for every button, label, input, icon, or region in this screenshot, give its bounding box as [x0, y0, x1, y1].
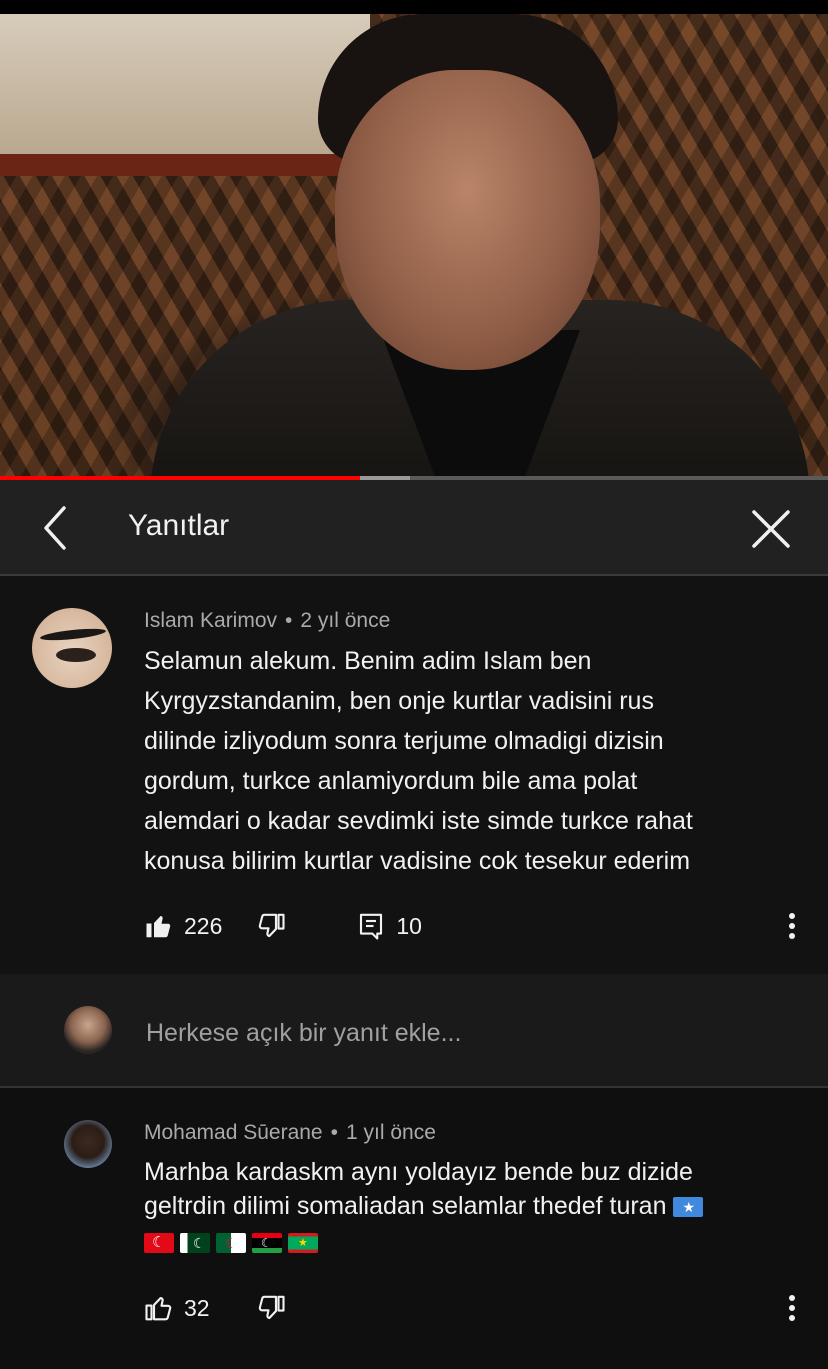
close-button[interactable] [742, 500, 800, 558]
flag-mauritania-icon [288, 1233, 318, 1254]
chevron-left-icon [44, 506, 66, 550]
comment-line: alemdari o kadar sevdimki iste simde tur… [144, 807, 693, 835]
comment-time: 1 yıl önce [345, 1121, 436, 1144]
reply-input[interactable] [144, 1012, 788, 1054]
comment-line: geltrdin dilimi somaliadan selamlar thed… [144, 1189, 804, 1223]
reply-count-button[interactable]: 10 [356, 911, 422, 941]
thumbs-down-icon [259, 913, 285, 938]
comment-body: Selamun alekum. Benim adim Islam ben Kyr… [144, 641, 804, 881]
flag-turkey-icon [144, 1233, 174, 1254]
thumbs-up-icon [145, 1296, 172, 1321]
comment-line: Marhba kardaskm aynı yoldayız bende buz … [144, 1158, 693, 1186]
replies-header: Yanıtlar [0, 480, 828, 576]
flags-row [144, 1225, 804, 1259]
thumbs-up-filled-icon [146, 916, 171, 938]
page-title: Yanıtlar [128, 509, 230, 542]
flag-algeria-icon [216, 1233, 246, 1254]
avatar[interactable] [32, 608, 112, 688]
comment-line: gordum, turkce anlamiyordum bile ama pol… [144, 767, 638, 795]
comment-line: konusa bilirim kurtlar vadisine cok tese… [144, 847, 691, 875]
avatar[interactable] [64, 1120, 112, 1168]
flag-pakistan-icon [180, 1233, 210, 1254]
flag-somalia-icon [673, 1197, 704, 1218]
comment-actions: 226 10 [144, 906, 422, 946]
comment-meta: Islam Karimov • 2 yıl önce [144, 609, 390, 633]
meta-separator: • [330, 1121, 338, 1144]
like-count: 32 [184, 1294, 210, 1321]
user-avatar [64, 1006, 112, 1054]
comment-line-text: geltrdin dilimi somaliadan selamlar thed… [144, 1192, 667, 1220]
like-button[interactable]: 32 [144, 1293, 210, 1323]
comment-author[interactable]: Mohamad Sūerane [144, 1121, 323, 1144]
flag-libya-icon [252, 1233, 282, 1254]
video-player[interactable] [0, 0, 828, 478]
comment-time: 2 yıl önce [300, 609, 391, 632]
like-button[interactable]: 226 [144, 911, 222, 941]
back-button[interactable] [28, 500, 84, 556]
comment-line: Selamun alekum. Benim adim Islam ben [144, 647, 592, 675]
meta-separator: • [285, 609, 293, 632]
parent-comment: Islam Karimov • 2 yıl önce Selamun alekum.… [0, 576, 828, 974]
avatar-eye [56, 648, 96, 662]
comment-author[interactable]: Islam Karimov [144, 609, 277, 632]
dislike-button[interactable] [256, 1293, 286, 1323]
comment-actions: 32 [144, 1288, 286, 1328]
comment-line: Kyrgyzstandanim, ben onje kurtlar vadisi… [144, 687, 654, 715]
comment-meta: Mohamad Sūerane • 1 yıl önce [144, 1121, 436, 1145]
thumbs-down-icon [258, 1295, 285, 1320]
reply-comment: Mohamad Sūerane • 1 yıl önce Marhba kardas… [0, 1088, 828, 1369]
close-icon [752, 510, 790, 548]
comment-more-button[interactable] [777, 1288, 807, 1328]
more-vert-icon [789, 1295, 795, 1321]
video-frame-person-face [335, 70, 600, 370]
comment-more-button[interactable] [777, 906, 807, 946]
comment-icon [360, 913, 383, 940]
like-count: 226 [184, 912, 223, 939]
dislike-button[interactable] [256, 911, 286, 941]
comment-body: Marhba kardaskm aynı yoldayız bende buz … [144, 1155, 804, 1259]
more-vert-icon [789, 913, 795, 939]
reply-input-bar [0, 974, 828, 1088]
video-frame-background-poster [0, 14, 370, 176]
reply-count: 10 [396, 912, 422, 939]
avatar-brow [39, 626, 107, 643]
comment-line: dilinde izliyodum sonra terjume olmadigi… [144, 727, 664, 755]
